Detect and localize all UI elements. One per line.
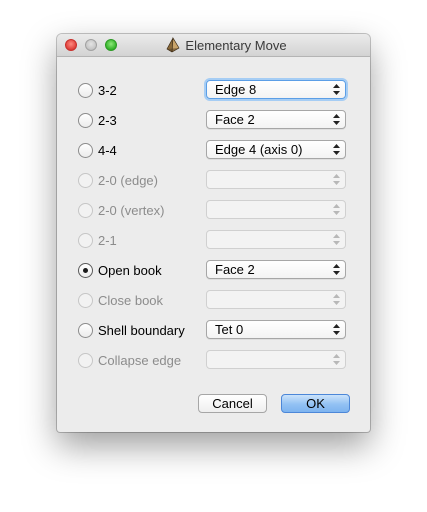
ok-button[interactable]: OK (281, 394, 350, 413)
move-radio-3-2[interactable] (78, 83, 93, 98)
move-select-2-0-vertex (206, 200, 346, 219)
move-radio-2-0-vertex (78, 203, 93, 218)
move-label-open-book[interactable]: Open book (98, 263, 162, 278)
move-radio-4-4[interactable] (78, 143, 93, 158)
move-select-value: Edge 4 (axis 0) (215, 142, 303, 157)
title-bar: Elementary Move (57, 34, 370, 57)
move-select-3-2[interactable]: Edge 8 (206, 80, 346, 99)
title-group: Elementary Move (57, 34, 370, 56)
move-select-2-1 (206, 230, 346, 249)
elementary-move-dialog: Elementary Move 3-2 Edge 8 2-3 Face 2 4-4 Edg… (57, 34, 370, 432)
move-radio-shell-boundary[interactable] (78, 323, 93, 338)
move-label-collapse-edge: Collapse edge (98, 353, 182, 368)
move-select-close-book (206, 290, 346, 309)
window-title: Elementary Move (185, 37, 287, 53)
move-select-value: Tet 0 (215, 322, 244, 337)
up-down-chevrons-icon (333, 204, 340, 215)
move-label-shell-boundary[interactable]: Shell boundary (98, 323, 185, 338)
move-row-shell-boundary: Shell boundary Tet 0 (57, 320, 370, 342)
cancel-button[interactable]: Cancel (198, 394, 267, 413)
up-down-chevrons-icon (333, 234, 340, 245)
up-down-chevrons-icon (333, 294, 340, 305)
move-radio-close-book (78, 293, 93, 308)
move-radio-2-1 (78, 233, 93, 248)
move-row-close-book: Close book (57, 290, 370, 312)
move-row-2-0-edge: 2-0 (edge) (57, 170, 370, 192)
move-select-collapse-edge (206, 350, 346, 369)
move-row-4-4: 4-4 Edge 4 (axis 0) (57, 140, 370, 162)
move-label-2-0-edge: 2-0 (edge) (98, 173, 158, 188)
move-select-4-4[interactable]: Edge 4 (axis 0) (206, 140, 346, 159)
move-row-collapse-edge: Collapse edge (57, 350, 370, 372)
up-down-chevrons-icon (333, 264, 340, 275)
up-down-chevrons-icon (333, 354, 340, 365)
move-select-value: Face 2 (215, 112, 255, 127)
move-radio-2-0-edge (78, 173, 93, 188)
up-down-chevrons-icon (333, 144, 340, 155)
move-label-2-1: 2-1 (98, 233, 117, 248)
move-row-3-2: 3-2 Edge 8 (57, 80, 370, 102)
up-down-chevrons-icon (333, 174, 340, 185)
move-select-value: Edge 8 (215, 82, 257, 97)
move-select-open-book[interactable]: Face 2 (206, 260, 346, 279)
move-label-4-4[interactable]: 4-4 (98, 143, 117, 158)
move-radio-open-book[interactable] (78, 263, 93, 278)
move-radio-2-3[interactable] (78, 113, 93, 128)
move-select-shell-boundary[interactable]: Tet 0 (206, 320, 346, 339)
move-select-value: Face 2 (215, 262, 255, 277)
move-row-open-book: Open book Face 2 (57, 260, 370, 282)
move-select-2-3[interactable]: Face 2 (206, 110, 346, 129)
move-row-2-1: 2-1 (57, 230, 370, 252)
move-label-close-book: Close book (98, 293, 164, 308)
up-down-chevrons-icon (333, 324, 340, 335)
move-select-2-0-edge (206, 170, 346, 189)
radio-selected-dot (83, 268, 88, 273)
move-label-2-3[interactable]: 2-3 (98, 113, 117, 128)
move-row-2-3: 2-3 Face 2 (57, 110, 370, 132)
move-label-3-2[interactable]: 3-2 (98, 83, 117, 98)
move-row-2-0-vertex: 2-0 (vertex) (57, 200, 370, 222)
up-down-chevrons-icon (333, 84, 340, 95)
up-down-chevrons-icon (333, 114, 340, 125)
tetrahedron-icon (166, 37, 180, 53)
move-label-2-0-vertex: 2-0 (vertex) (98, 203, 165, 218)
move-radio-collapse-edge (78, 353, 93, 368)
